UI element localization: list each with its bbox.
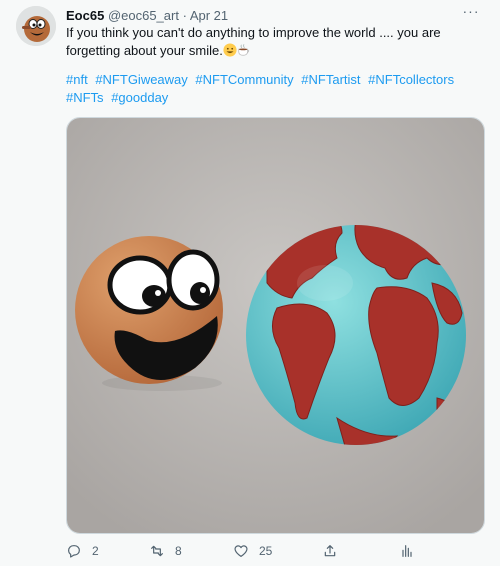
analytics-button[interactable] [399, 541, 425, 561]
author-name[interactable]: Eoc65 [66, 8, 104, 23]
tweet-body: If you think you can't do anything to im… [66, 25, 441, 58]
tweet[interactable]: Eoc65 @eoc65_art · Apr 21 ··· If you thi… [0, 0, 500, 566]
like-count: 25 [259, 544, 273, 558]
tweet-header: Eoc65 @eoc65_art · Apr 21 [66, 7, 480, 25]
avatar[interactable] [16, 6, 56, 46]
avatar-image [16, 6, 56, 46]
hashtag-link[interactable]: #NFTGiweaway [95, 72, 187, 87]
separator-dot: · [182, 8, 187, 23]
share-icon [324, 545, 336, 557]
hashtag-list: #nft #NFTGiweaway #NFTCommunity #NFTarti… [66, 71, 486, 107]
retweet-icon [151, 545, 163, 557]
retweet-count: 8 [175, 544, 182, 558]
hashtag-link[interactable]: #nft [66, 72, 88, 87]
reply-count: 2 [92, 544, 99, 558]
hot-beverage-emoji [238, 44, 250, 56]
reply-button[interactable]: 2 [66, 541, 99, 561]
tweet-text: If you think you can't do anything to im… [66, 24, 478, 60]
reply-icon [68, 545, 80, 558]
author-handle[interactable]: @eoc65_art [108, 8, 179, 23]
tweet-date[interactable]: Apr 21 [190, 8, 228, 23]
media-artwork [67, 118, 484, 533]
analytics-icon [402, 545, 412, 557]
hashtag-link[interactable]: #NFTs [66, 90, 104, 105]
hashtag-link[interactable]: #NFTcollectors [368, 72, 454, 87]
more-options-icon[interactable]: ··· [460, 3, 482, 21]
hashtag-link[interactable]: #NFTCommunity [195, 72, 293, 87]
tweet-actions: 2 8 25 [66, 541, 416, 561]
heart-icon [234, 545, 248, 557]
smiling-face-emoji [223, 43, 237, 57]
retweet-button[interactable]: 8 [149, 541, 182, 561]
share-button[interactable] [322, 541, 348, 561]
hashtag-link[interactable]: #NFTartist [301, 72, 360, 87]
like-button[interactable]: 25 [233, 541, 272, 561]
tweet-media-image[interactable] [66, 117, 485, 534]
hashtag-link[interactable]: #goodday [111, 90, 168, 105]
